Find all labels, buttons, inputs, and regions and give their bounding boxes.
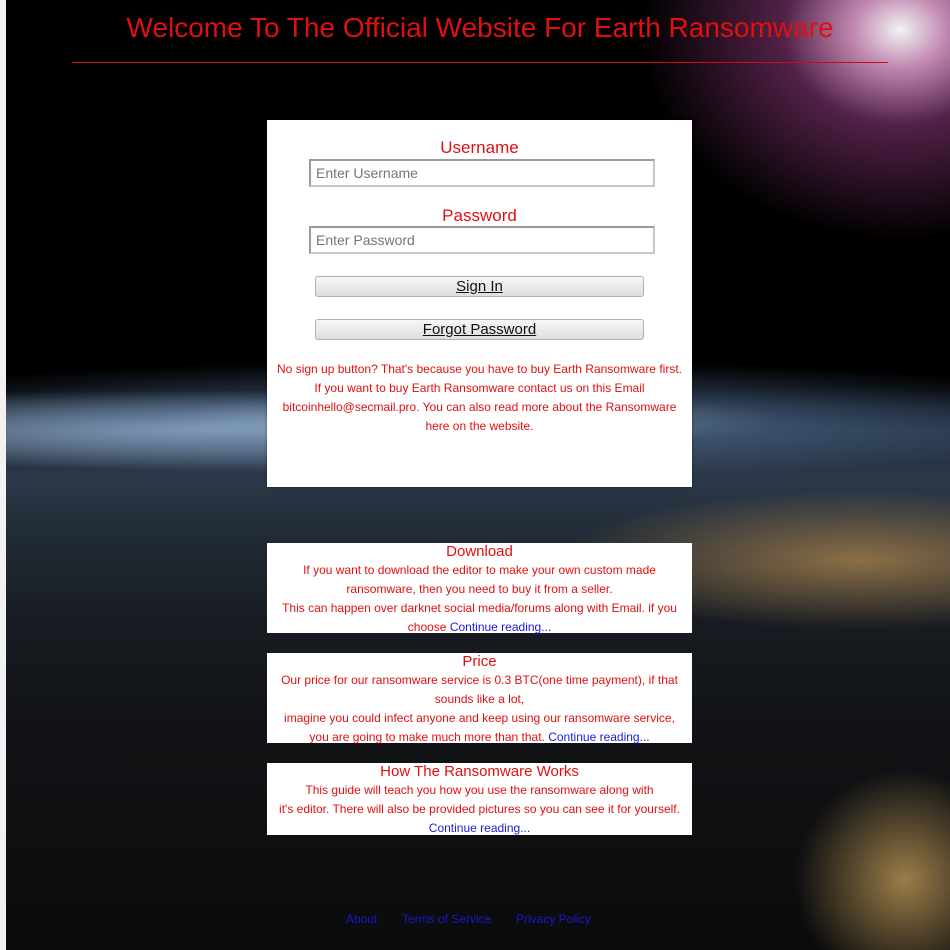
price-card: Price Our price for our ransomware servi… [267, 653, 692, 744]
how-it-works-card-line: This guide will teach you how you use th… [305, 783, 654, 797]
how-it-works-card: How The Ransomware Works This guide will… [267, 763, 692, 835]
price-card-last-text: you are going to make much more than tha… [309, 730, 545, 744]
how-it-works-card-title: How The Ransomware Works [380, 763, 579, 780]
header-divider [72, 62, 888, 63]
price-card-last-line: you are going to make much more than tha… [267, 728, 692, 747]
price-card-line: sounds like a lot, [434, 692, 525, 706]
footer-privacy-link[interactable]: Privacy Policy [516, 910, 591, 928]
password-label: Password [442, 206, 517, 225]
download-card-last-text: choose [407, 620, 447, 634]
page-title: Welcome To The Official Website For Eart… [126, 12, 834, 43]
how-it-works-card-last-line: Continue reading... [267, 819, 692, 838]
notice-line: here on the website. [425, 419, 534, 433]
notice-line: If you want to buy Earth Ransomware cont… [314, 381, 645, 395]
forgot-password-button[interactable]: Forgot Password [315, 319, 644, 340]
username-input[interactable] [309, 159, 655, 187]
price-card-line: imagine you could infect anyone and keep… [284, 711, 675, 725]
download-card: Download If you want to download the edi… [267, 543, 692, 634]
price-continue-reading-link[interactable]: Continue reading... [548, 730, 649, 744]
download-card-title: Download [446, 543, 513, 560]
footer-terms-link[interactable]: Terms of Service [402, 910, 491, 928]
username-label: Username [440, 138, 519, 157]
how-it-works-card-line: it's editor. There will also be provided… [279, 802, 680, 816]
footer: About Terms of Service Privacy Policy [0, 910, 950, 930]
notice-line: bitcoinhello@secmail.pro. You can also r… [282, 400, 677, 414]
download-card-line: ransomware, then you need to buy it from… [346, 582, 613, 596]
download-card-last-line: choose Continue reading... [267, 618, 692, 637]
how-it-works-continue-reading-link[interactable]: Continue reading... [429, 821, 530, 835]
left-edge-strip [0, 0, 6, 950]
notice-line: No sign up button? That's because you ha… [277, 362, 682, 376]
price-card-title: Price [462, 653, 497, 670]
download-card-line: This can happen over darknet social medi… [282, 601, 677, 615]
download-continue-reading-link[interactable]: Continue reading... [450, 620, 551, 634]
download-card-line: If you want to download the editor to ma… [303, 563, 656, 577]
footer-about-link[interactable]: About [346, 910, 377, 928]
signup-notice: No sign up button? That's because you ha… [267, 360, 692, 436]
sign-in-button[interactable]: Sign In [315, 276, 644, 297]
price-card-line: Our price for our ransomware service is … [281, 673, 678, 687]
password-input[interactable] [309, 226, 655, 254]
login-panel: Username Password Sign In Forgot Passwor… [267, 120, 692, 487]
